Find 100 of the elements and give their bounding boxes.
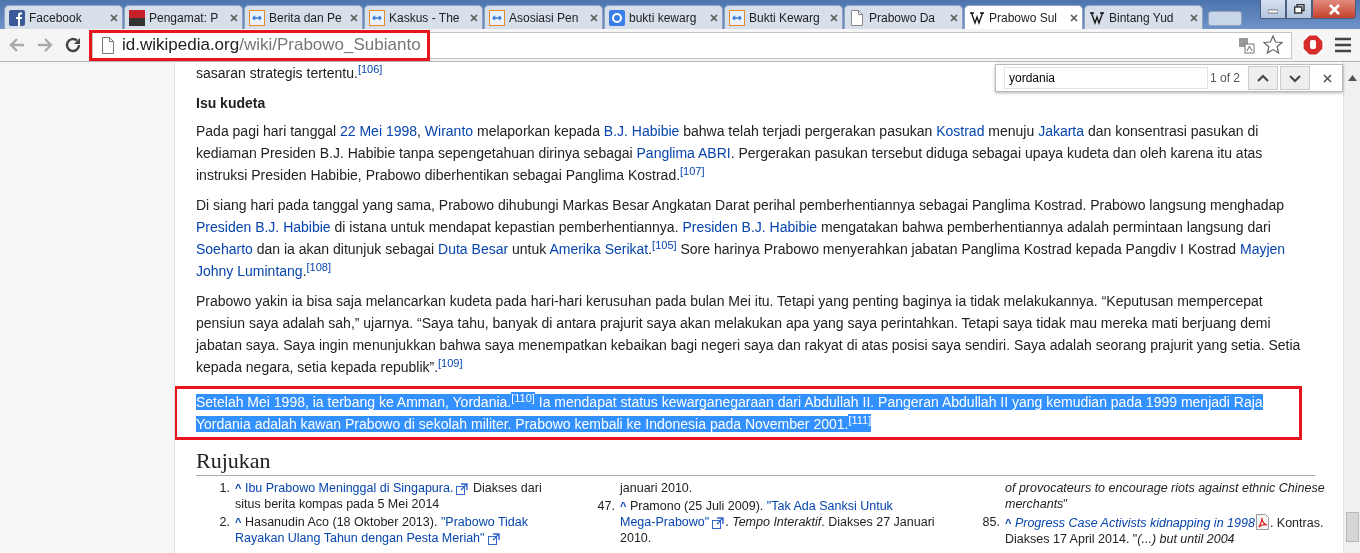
square-icon: [249, 9, 265, 26]
browser-tab[interactable]: Bintang Yud: [1084, 5, 1203, 29]
scrollbar[interactable]: [1343, 62, 1360, 553]
browser-tab[interactable]: bukti kewarg: [604, 5, 723, 29]
browser-tab[interactable]: Bukti Kewarg: [724, 5, 843, 29]
close-icon[interactable]: [1190, 13, 1198, 22]
page-icon: [100, 36, 116, 54]
paragraph: Setelah Mei 1998, ia terbang ke Amman, Yordania.$^{[110]}$ Ia mendapat status kewarganegaraan dari Abdullah II. Pangeran Abdullah II yang kemudian pada 1999 menjadi Raja Yordania adalah kawan Prabowo di sekolah militer. Prabowo kembali ke Indonesia pada November 2001.$^{[111]}$: [196, 391, 1264, 434]
previous-match-button[interactable]: [1248, 66, 1278, 90]
translate-icon[interactable]: [1238, 36, 1255, 54]
restore-icon: [1293, 4, 1305, 14]
link[interactable]: Presiden B.J. Habibie: [196, 219, 331, 235]
backlink[interactable]: ^: [620, 500, 627, 512]
menu-icon[interactable]: [1334, 36, 1352, 54]
square-icon: [489, 9, 505, 26]
link[interactable]: Wiranto: [424, 123, 474, 139]
reference-number: 85.: [981, 514, 1000, 531]
restore-button[interactable]: [1286, 0, 1312, 19]
square-icon: [729, 9, 745, 26]
close-icon[interactable]: [110, 13, 118, 22]
w-icon: [1089, 9, 1105, 26]
chevron-up-icon: [1257, 73, 1269, 83]
link[interactable]: B.J. Habibie: [603, 123, 680, 139]
link[interactable]: "Tak Ada Sanksi Untuk: [766, 499, 893, 513]
reload-icon[interactable]: [64, 36, 82, 54]
scrollbar-thumb[interactable]: [1346, 512, 1359, 542]
link[interactable]: Duta Besar: [438, 241, 509, 257]
link[interactable]: Johny Lumintang: [196, 263, 303, 279]
stop-hand-icon[interactable]: [1302, 34, 1324, 56]
browser-tab[interactable]: Berita dan Pe: [244, 5, 363, 29]
match-count: 1 of 2: [1209, 70, 1240, 87]
close-icon[interactable]: [950, 13, 958, 22]
reference-text: ^ Ibu Prabowo Meninggal di Singapura. Diakses dari situs berita kompas pada 5 Mei 2014: [235, 480, 543, 512]
minimize-button[interactable]: [1260, 0, 1286, 19]
paragraph: Prabowo yakin ia bisa saja melancarkan kudeta pada hari-hari kerusuhan pada bulan Mei itu. Tetapi yang penting baginya ia tidak melakukannya. “Keputusan mempercepat pensiun saya adalah sah,” ujarnya. “Saya tahu, banyak di antara prajurit saya akan melakukan apa yang saya perintahkan. Tetapi saya tidak mau mereka mati berjuang demi jabatan saya. Saya ingin menunjukkan bahwa saya menempatkan kebaikan bagi negeri saya dan rakyat di atas posisi saya sendiri. Saya adalah seorang prajurit yang setia. Setia kepada negara, setia kepada republik”.$^{[109]}$: [196, 292, 1302, 377]
link[interactable]: Progress Case Activists kidnapping in 1998: [1014, 516, 1255, 530]
chevron-down-icon: [1289, 73, 1301, 83]
close-icon[interactable]: [710, 13, 718, 22]
square-icon: [9, 9, 25, 26]
close-icon[interactable]: [1070, 13, 1078, 22]
external-link-icon[interactable]: [456, 482, 469, 495]
star-icon[interactable]: [1263, 35, 1283, 55]
find-field[interactable]: yordania: [1004, 67, 1208, 89]
reference-text: ^ Hasanudin Aco (18 Oktober 2013). "Prabowo Tidak Rayakan Ulang Tahun dengan Pesta Meriah": [235, 514, 529, 546]
external-link-icon[interactable]: [487, 532, 500, 545]
reference-text: ^ Progress Case Activists kidnapping in 1998 . Kontras. Diakses 17 April 2014. "(...) but until 2004: [1005, 514, 1325, 547]
reference-text: januari 2010.: [620, 480, 694, 496]
section-heading: Rujukan: [196, 448, 1315, 476]
close-icon[interactable]: [230, 13, 238, 22]
paragraph: Di siang hari pada tanggal yang sama, Prabowo dihubungi Markas Besar Angkatan Darat perihal pemberhentiannya sebagai Panglima Kostrad. Prabowo langsung menghadap Presiden B.J. Habibie di istana untuk mendapat kepastian pemberhentiannya. Presiden B.J. Habibie mengatakan bahwa pemberhentiannya adalah permintaan langsung dari Soeharto dan ia akan ditunjuk sebagai Duta Besar untuk Amerika Serikat.$^{[105]}$ Sore harinya Prabowo menyerahkan jabatan Panglima Kostrad kepada Pangdiv I Kostrad Mayjen Johny Lumintang.$^{[108]}$: [196, 196, 1287, 281]
square-icon: [129, 9, 145, 26]
square-icon: [369, 9, 385, 26]
w-icon: [969, 9, 985, 26]
link[interactable]: Rayakan Ulang Tahun dengan Pesta Meriah": [235, 531, 485, 545]
address-bar[interactable]: id.wikipedia.org/wiki/Prabowo_Subianto: [92, 31, 1292, 59]
reference-number: 2.: [218, 514, 230, 531]
citation-link[interactable]: [105]: [652, 238, 677, 251]
citation-link[interactable]: [106]: [357, 62, 383, 75]
browser-tab[interactable]: Prabowo Da: [844, 5, 963, 29]
close-icon[interactable]: [350, 13, 358, 22]
scroll-up-icon[interactable]: [1348, 75, 1357, 81]
browser-tab[interactable]: Facebook: [4, 5, 123, 29]
link[interactable]: Ibu Prabowo Meninggal di Singapura.: [244, 481, 454, 495]
browser-tab[interactable]: Kaskus - The: [364, 5, 483, 29]
find-bar[interactable]: yordania 1 of 2: [995, 64, 1343, 92]
link[interactable]: Mega-Prabowo": [620, 515, 710, 529]
link[interactable]: Panglima ABRI: [636, 145, 731, 161]
link[interactable]: Mayjen: [1240, 241, 1286, 257]
browser-tab[interactable]: Asosiasi Pen: [484, 5, 603, 29]
close-icon: [1322, 73, 1332, 83]
close-icon[interactable]: [590, 13, 598, 22]
reference-text: ^ Pramono (25 Juli 2009). "Tak Ada Sanksi Untuk Mega-Prabowo" . Tempo Interaktif. Diakses 27 Januari 2010.: [620, 498, 936, 546]
external-link-icon[interactable]: [712, 516, 725, 529]
section-heading: Isu kudeta: [196, 94, 267, 113]
citation-link[interactable]: [107]: [680, 164, 705, 177]
paragraph: Pada pagi hari tanggal 22 Mei 1998, Wiranto melaporkan kepada B.J. Habibie bahwa telah terjadi pergerakan pasukan Kostrad menuju Jakarta dan konsentrasi pasukan di kediaman Presiden B.J. Habibie tanpa sepengetahuan dirinya sebagai Panglima ABRI. Pergerakan pasukan tersebut diduga sebagai upaya kudeta dan oleh karena itu atas instruksi Presiden Habibie, Prabowo diberhentikan sebagai Panglima Kostrad.$^{[107]}$: [196, 122, 1264, 185]
link[interactable]: Presiden B.J. Habibie: [682, 219, 818, 235]
document-icon: [1254, 514, 1270, 530]
reference-number: 1.: [218, 480, 230, 497]
backlink[interactable]: ^: [235, 482, 242, 494]
backlink[interactable]: ^: [235, 516, 242, 528]
link[interactable]: Kostrad: [936, 123, 985, 139]
link[interactable]: Soeharto: [196, 241, 253, 257]
next-match-button[interactable]: [1280, 66, 1310, 90]
reference-text: of provocateurs to encourage riots against ethnic Chinese merchants": [1005, 480, 1326, 512]
close-icon[interactable]: [470, 13, 478, 22]
link[interactable]: "Prabowo Tidak: [440, 515, 528, 529]
citation-link[interactable]: [108]: [306, 260, 331, 273]
square-icon: [609, 9, 625, 26]
close-window-button[interactable]: [1312, 0, 1356, 19]
link[interactable]: Jakarta: [1038, 123, 1085, 139]
page-icon: [849, 9, 865, 26]
close-icon: [1328, 3, 1340, 15]
close-icon[interactable]: [830, 13, 838, 22]
url-text: id.wikipedia.org/wiki/Prabowo_Subianto: [122, 34, 421, 57]
reference-number: 47.: [596, 498, 615, 515]
browser-tab[interactable]: Pengamat: P: [124, 5, 243, 29]
browser-tab[interactable]: Prabowo Sul: [964, 5, 1083, 29]
backlink[interactable]: ^: [1005, 517, 1012, 529]
citation-link[interactable]: [109]: [438, 356, 463, 369]
